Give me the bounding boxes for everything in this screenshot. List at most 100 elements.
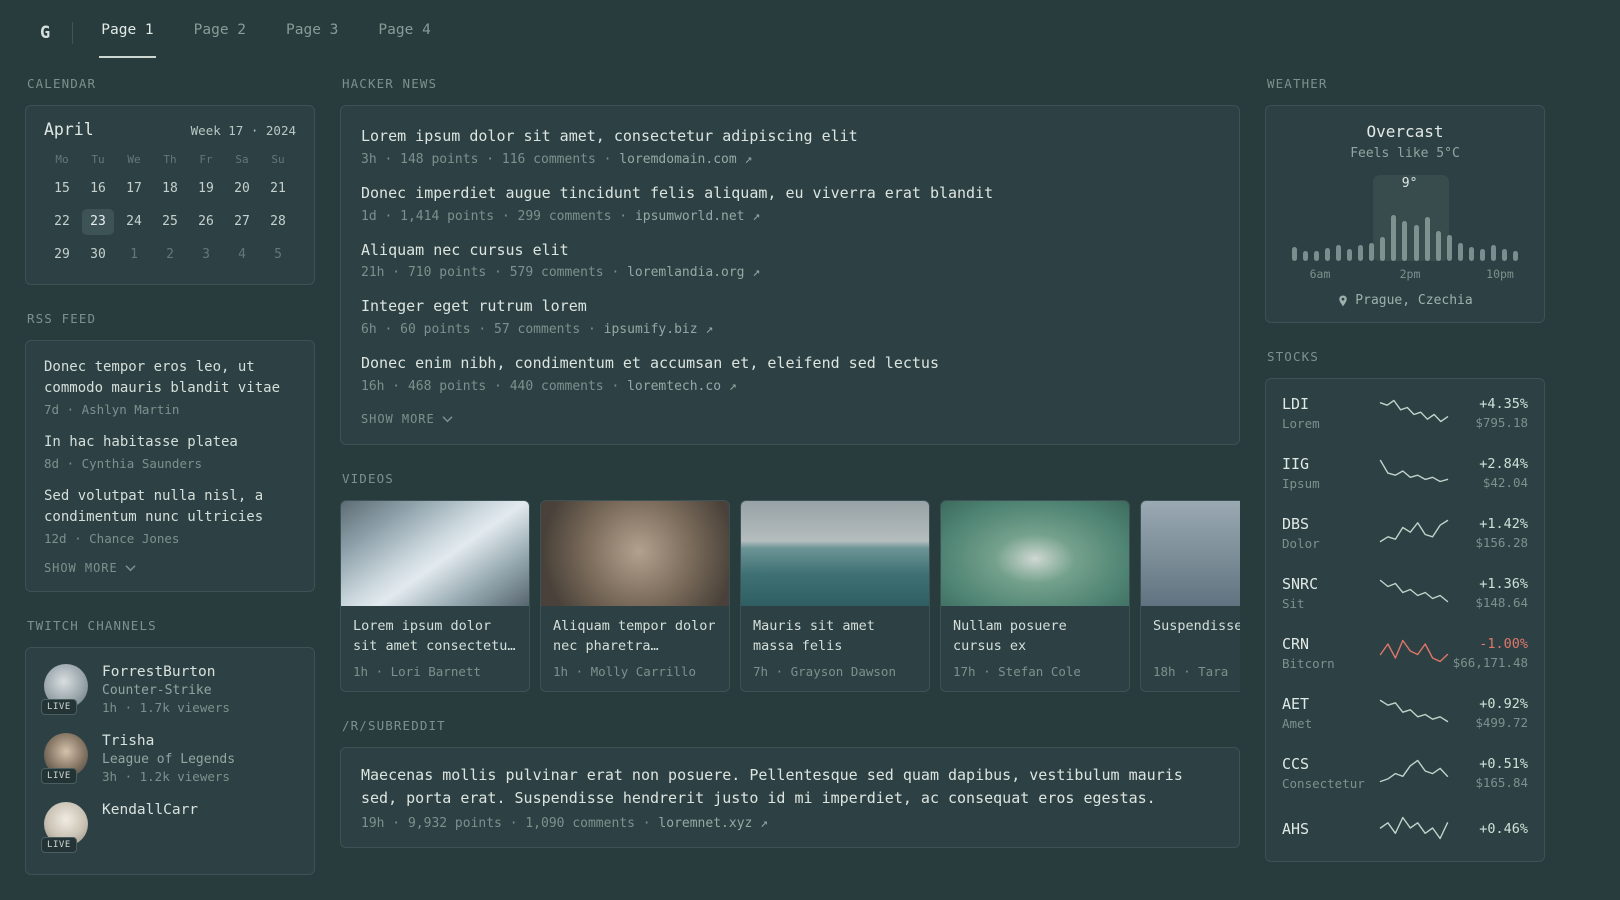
hackernews-domain-link[interactable]: loremtech.co ↗	[627, 379, 737, 394]
stock-symbol[interactable]: IIG	[1282, 455, 1378, 473]
rss-show-more-button[interactable]: SHOW MORE	[44, 561, 296, 575]
twitch-channel-row[interactable]: LIVE KendallCarr	[41, 802, 296, 853]
video-card-body: Nullam posuere cursus ex 17h · Stefan Col…	[941, 606, 1129, 691]
subreddit-widget: /R/SUBREDDIT Maecenas mollis pulvinar er…	[340, 718, 1240, 849]
video-title[interactable]: Nullam posuere cursus ex	[953, 616, 1117, 656]
hackernews-item-title[interactable]: Aliquam nec cursus elit	[361, 240, 1219, 262]
video-card[interactable]: Aliquam tempor dolor nec pharetra… 1h · M…	[540, 499, 730, 692]
stock-symbol[interactable]: CRN	[1282, 635, 1378, 653]
rss-item-title[interactable]: Donec tempor eros leo, ut commodo mauris…	[44, 357, 296, 399]
stock-sparkline	[1379, 399, 1449, 423]
calendar-week-label: Week 17 · 2024	[190, 123, 296, 138]
calendar-section-title: CALENDAR	[27, 76, 97, 91]
videos-row: Lorem ipsum dolor sit amet consectetu… 1h…	[340, 499, 1240, 692]
rss-item-meta: 8d · Cynthia Saunders	[44, 456, 203, 471]
twitch-channel-row[interactable]: LIVE Trisha League of Legends 3h · 1.2k vie…	[41, 733, 296, 784]
chevron-down-icon	[442, 415, 453, 423]
tab-page-2[interactable]: Page 2	[192, 0, 248, 58]
hackernews-domain-link[interactable]: loremdomain.com ↗	[619, 152, 752, 167]
weather-bar	[1358, 245, 1364, 261]
stock-symbol[interactable]: SNRC	[1282, 575, 1378, 593]
channel-name[interactable]: Trisha	[102, 733, 235, 749]
stock-sparkline	[1379, 579, 1449, 603]
stock-symbol[interactable]: DBS	[1282, 515, 1378, 533]
weather-bar	[1347, 249, 1353, 261]
channel-name[interactable]: ForrestBurton	[102, 664, 230, 680]
calendar-dow-row: Mo Tu We Th Fr Sa Su	[44, 153, 296, 166]
tab-page-4[interactable]: Page 4	[376, 0, 432, 58]
calendar-day: 1	[130, 247, 138, 262]
stock-change: +1.42%	[1479, 516, 1528, 532]
video-title[interactable]: Aliquam tempor dolor nec pharetra…	[553, 616, 717, 656]
rss-widget: RSS FEED Donec tempor eros leo, ut commo…	[25, 311, 315, 592]
calendar-dow-label: We	[127, 153, 141, 166]
stock-symbol[interactable]: LDI	[1282, 395, 1378, 413]
twitch-section-title: TWITCH CHANNELS	[27, 618, 157, 633]
hackernews-domain-link[interactable]: ipsumify.biz ↗	[604, 322, 714, 337]
subreddit-domain-link[interactable]: loremnet.xyz ↗	[658, 816, 768, 831]
stock-id: DBS Dolor	[1282, 515, 1378, 551]
hackernews-item: Lorem ipsum dolor sit amet, consectetur …	[361, 118, 1219, 175]
stock-name: Ipsum	[1282, 476, 1320, 491]
right-column: WEATHER Overcast Feels like 5°C 9° 6am 2…	[1265, 76, 1545, 900]
hackernews-domain-link[interactable]: ipsumworld.net ↗	[635, 209, 760, 224]
stock-values: +1.36% $148.64	[1450, 576, 1528, 610]
tab-page-3[interactable]: Page 3	[284, 0, 340, 58]
calendar-dow-label: Mo	[55, 153, 69, 166]
hackernews-item-title[interactable]: Donec imperdiet augue tincidunt felis al…	[361, 183, 1219, 205]
video-card[interactable]: Lorem ipsum dolor sit amet consectetu… 1h…	[340, 499, 530, 692]
calendar-day: 29	[54, 247, 70, 262]
stock-id: IIG Ipsum	[1282, 455, 1378, 491]
hackernews-show-more-button[interactable]: SHOW MORE	[361, 404, 1219, 432]
channel-info: KendallCarr	[102, 802, 198, 846]
twitch-channel-row[interactable]: LIVE ForrestBurton Counter-Strike 1h · 1.7k…	[41, 664, 296, 715]
stock-price: $499.72	[1475, 715, 1528, 730]
hackernews-item-title[interactable]: Donec enim nibh, condimentum et accumsan…	[361, 353, 1219, 375]
video-title[interactable]: Mauris sit amet massa felis	[753, 616, 917, 656]
weather-bar	[1479, 249, 1485, 261]
rss-item-title[interactable]: Sed volutpat nulla nisl, a condimentum n…	[44, 486, 296, 528]
stock-symbol[interactable]: AET	[1282, 695, 1378, 713]
video-card[interactable]: Mauris sit amet massa felis 7h · Grayson …	[740, 499, 930, 692]
stock-name: Consectetur	[1282, 776, 1365, 791]
hackernews-domain-link[interactable]: loremlandia.org ↗	[627, 265, 760, 280]
calendar-month-label: April	[44, 120, 94, 139]
weather-bar	[1325, 248, 1331, 261]
stock-id: AHS	[1282, 820, 1378, 841]
weather-time-10pm: 10pm	[1486, 267, 1514, 281]
video-meta: 17h · Stefan Cole	[953, 663, 1081, 679]
stock-symbol[interactable]: CCS	[1282, 755, 1378, 773]
channel-name[interactable]: KendallCarr	[102, 802, 198, 818]
video-title[interactable]: Lorem ipsum dolor sit amet consectetu…	[353, 616, 517, 656]
calendar-day: 26	[198, 214, 214, 229]
hands-camera-thumbnail	[541, 500, 729, 606]
channel-viewers: 3h · 1.2k viewers	[102, 769, 230, 784]
stock-price: $42.04	[1482, 475, 1528, 490]
stock-symbol[interactable]: AHS	[1282, 820, 1378, 838]
concrete-cross-sky-thumbnail	[341, 500, 529, 606]
video-card-body: Mauris sit amet massa felis 7h · Grayson …	[741, 606, 929, 691]
chevron-down-icon	[125, 565, 136, 572]
rss-item: Donec tempor eros leo, ut commodo mauris…	[44, 357, 296, 417]
calendar-day-current: 23	[82, 209, 114, 235]
weather-bar	[1512, 251, 1518, 261]
app-logo[interactable]: G	[40, 23, 50, 43]
channel-avatar: LIVE	[41, 733, 88, 784]
hackernews-item-title[interactable]: Integer eget rutrum lorem	[361, 296, 1219, 318]
rss-item-title[interactable]: In hac habitasse platea	[44, 432, 296, 453]
subreddit-post-title[interactable]: Maecenas mollis pulvinar erat non posuer…	[361, 764, 1219, 811]
videos-widget: VIDEOS Lorem ipsum dolor sit amet consec…	[340, 471, 1240, 692]
video-card[interactable]: Suspendisse diam 18h · Tara	[1140, 499, 1240, 692]
stock-sparkline-box	[1378, 638, 1450, 668]
tab-page-1[interactable]: Page 1	[99, 0, 156, 58]
stock-price: $795.18	[1475, 415, 1528, 430]
calendar-day: 17	[126, 181, 142, 196]
video-card[interactable]: Nullam posuere cursus ex 17h · Stefan Col…	[940, 499, 1130, 692]
hackernews-item-meta: 3h · 148 points · 116 comments · loremdo…	[361, 152, 1219, 167]
hackernews-item-title[interactable]: Lorem ipsum dolor sit amet, consectetur …	[361, 126, 1219, 148]
subreddit-section-title: /R/SUBREDDIT	[342, 717, 446, 733]
weather-bar	[1336, 245, 1342, 261]
video-title[interactable]: Suspendisse diam	[1153, 616, 1240, 656]
rss-show-more-label: SHOW MORE	[44, 561, 118, 575]
weather-bar	[1490, 245, 1496, 261]
